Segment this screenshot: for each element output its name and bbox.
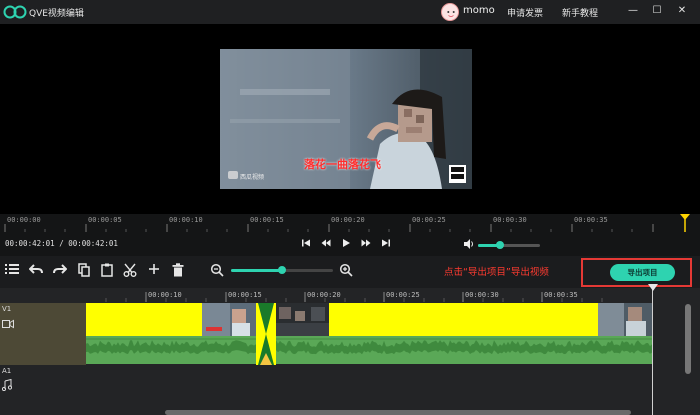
audio-waveform[interactable] [86, 336, 652, 364]
video-track-header[interactable]: V1 [0, 303, 86, 365]
time-separator: / [59, 239, 64, 248]
redo-icon[interactable] [52, 263, 68, 279]
ruler-label: 00:00:30 [493, 216, 527, 224]
subtitle-text: 落花一曲落花飞 [304, 158, 381, 171]
ruler-label: 00:00:35 [574, 216, 608, 224]
export-project-button[interactable]: 导出项目 [610, 264, 675, 281]
title-bar: QVE视频编辑 momo 申请发票 新手教程 — ☐ ✕ [0, 0, 700, 24]
invoice-link[interactable]: 申请发票 [507, 6, 543, 19]
play-icon[interactable] [339, 238, 353, 252]
video-clip[interactable] [86, 303, 652, 336]
total-time: 00:00:42:01 [68, 239, 118, 248]
avatar[interactable] [441, 3, 459, 21]
transition-marker[interactable] [256, 303, 276, 365]
ruler-label: 00:00:10 [169, 216, 203, 224]
menu-list-icon[interactable] [4, 263, 20, 279]
timeline-ruler-label: 00:00:20 [307, 291, 341, 299]
preview-playhead-icon[interactable] [680, 214, 690, 232]
watermark-text: 西瓜视频 [240, 174, 265, 181]
paste-icon[interactable] [99, 263, 115, 279]
username[interactable]: momo [463, 5, 495, 16]
timeline-ruler-label: 00:00:10 [148, 291, 182, 299]
app-title: QVE视频编辑 [29, 9, 84, 19]
undo-icon[interactable] [28, 263, 44, 279]
timeline-ruler-label: 00:00:30 [465, 291, 499, 299]
clip-thumbnail [275, 303, 329, 336]
fast-forward-icon[interactable] [359, 238, 373, 252]
volume-knob[interactable] [495, 241, 504, 249]
zoom-slider[interactable] [231, 266, 333, 274]
timeline-ruler-label: 00:00:25 [386, 291, 420, 299]
add-icon[interactable] [146, 263, 162, 279]
zoom-in-icon[interactable] [338, 263, 354, 279]
timeline-playhead[interactable] [652, 288, 653, 415]
zoom-fill [231, 269, 282, 272]
avatar-icon [442, 4, 458, 20]
timeline-playhead-icon[interactable] [648, 284, 658, 292]
go-to-end-icon[interactable] [379, 238, 393, 252]
volume-slider[interactable] [478, 241, 540, 249]
export-highlight-box: 导出项目 [581, 258, 692, 287]
ruler-label: 00:00:05 [88, 216, 122, 224]
go-to-start-icon[interactable] [299, 238, 313, 252]
copy-icon[interactable] [76, 263, 92, 279]
app-logo-icon [3, 5, 27, 19]
timeline-ruler-label: 00:00:35 [544, 291, 578, 299]
timeline-ruler[interactable]: 00:00:10 00:00:15 00:00:20 00:00:25 00:0… [86, 288, 666, 302]
rewind-icon[interactable] [319, 238, 333, 252]
delete-icon[interactable] [170, 263, 186, 279]
tutorial-link[interactable]: 新手教程 [562, 6, 598, 19]
music-note-icon [2, 379, 12, 391]
clip-thumbnail [598, 303, 652, 336]
video-track-label: V1 [2, 305, 12, 313]
zoom-knob[interactable] [278, 266, 286, 274]
audio-track-header[interactable]: A1 [0, 365, 86, 415]
export-hint-annotation: 点击“导出项目”导出视频 [444, 267, 549, 278]
ruler-label: 00:00:15 [250, 216, 284, 224]
minimize-icon[interactable]: — [626, 4, 640, 18]
horizontal-scrollbar[interactable] [165, 410, 631, 415]
waveform-graphic [86, 336, 652, 364]
timeline-ruler-label: 00:00:15 [228, 291, 262, 299]
volume-icon[interactable] [463, 238, 475, 252]
cut-icon[interactable] [122, 263, 138, 279]
vertical-scrollbar[interactable] [685, 304, 691, 374]
audio-track-label: A1 [2, 367, 12, 375]
edit-toolbar: 点击“导出项目”导出视频 导出项目 [0, 256, 700, 288]
video-preview[interactable]: 落花一曲落花飞 西瓜视频 [220, 49, 472, 189]
timeline: 00:00:10 00:00:15 00:00:20 00:00:25 00:0… [0, 284, 700, 415]
current-time: 00:00:42:01 [5, 239, 55, 248]
playback-controls: 00:00:42:01 / 00:00:42:01 [0, 234, 700, 256]
ruler-label: 00:00:25 [412, 216, 446, 224]
close-icon[interactable]: ✕ [675, 4, 689, 18]
zoom-out-icon[interactable] [209, 263, 225, 279]
preview-ruler[interactable]: 00:00:00 00:00:05 00:00:10 00:00:15 00:0… [0, 214, 700, 234]
video-camera-icon [2, 319, 14, 329]
ruler-label: 00:00:00 [7, 216, 41, 224]
maximize-icon[interactable]: ☐ [650, 4, 664, 18]
preview-area: 落花一曲落花飞 西瓜视频 [0, 24, 700, 214]
ruler-label: 00:00:20 [331, 216, 365, 224]
timecode: 00:00:42:01 / 00:00:42:01 [5, 239, 118, 248]
clip-thumbnail [202, 303, 257, 336]
